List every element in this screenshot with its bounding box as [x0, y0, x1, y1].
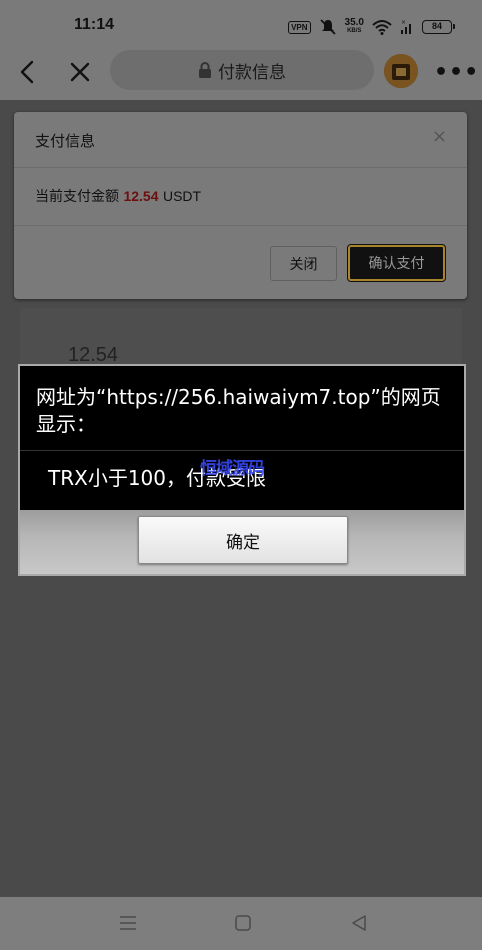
watermark-text: 恒域源码 [200, 459, 265, 479]
payment-dialog-body: 当前支付金额 12.54 USDT [14, 168, 467, 226]
dialog-close-icon[interactable]: × [432, 126, 447, 147]
mute-bell-icon [319, 19, 336, 35]
home-icon[interactable] [234, 914, 252, 932]
close-button[interactable]: 关闭 [270, 246, 337, 281]
signal-icon: × [401, 19, 411, 34]
more-dots-icon[interactable]: ••• [434, 60, 479, 85]
close-icon[interactable] [66, 58, 94, 86]
alert-divider [20, 450, 464, 451]
wifi-icon [372, 20, 392, 35]
chevron-left-icon[interactable] [14, 58, 42, 86]
currency-label: USDT [162, 188, 202, 204]
payment-dialog: 支付信息 × 当前支付金额 12.54 USDT 关闭 确认支付 [14, 112, 467, 299]
alert-dialog: 网址为“https://256.haiwaiym7.top”的网页显示： TRX… [18, 364, 466, 576]
amount-value: 12.54 [123, 188, 159, 204]
page-title: 付款信息 [218, 62, 286, 83]
back-triangle-icon[interactable] [349, 913, 369, 933]
menu-icon[interactable] [118, 914, 138, 932]
system-nav-bar [0, 897, 482, 950]
network-speed: 35.0 KB/S [344, 17, 364, 35]
ok-button[interactable]: 确定 [138, 516, 348, 564]
status-time: 11:14 [74, 16, 115, 33]
avatar[interactable] [384, 54, 418, 88]
status-bar: 11:14 VPN 35.0 KB/S × 84 [0, 0, 482, 50]
lock-icon [199, 62, 211, 78]
status-icons: VPN 35.0 KB/S × 84 [288, 16, 455, 38]
confirm-payment-button[interactable]: 确认支付 [348, 245, 445, 281]
payment-amount-line: 当前支付金额 12.54 USDT [35, 186, 201, 206]
browser-nav-bar: 付款信息 ••• [0, 50, 482, 100]
battery-indicator: 84 [422, 20, 455, 34]
address-bar[interactable]: 付款信息 [110, 50, 374, 90]
payment-dialog-title: 支付信息 [35, 132, 96, 150]
alert-footer: 确定 [20, 510, 464, 574]
svg-text:×: × [401, 19, 406, 26]
vpn-badge: VPN [288, 20, 311, 34]
amount-label: 当前支付金额 [35, 189, 119, 205]
payment-dialog-header: 支付信息 × [14, 112, 467, 168]
alert-title: 网址为“https://256.haiwaiym7.top”的网页显示： [36, 385, 441, 436]
avatar-image [384, 54, 418, 88]
